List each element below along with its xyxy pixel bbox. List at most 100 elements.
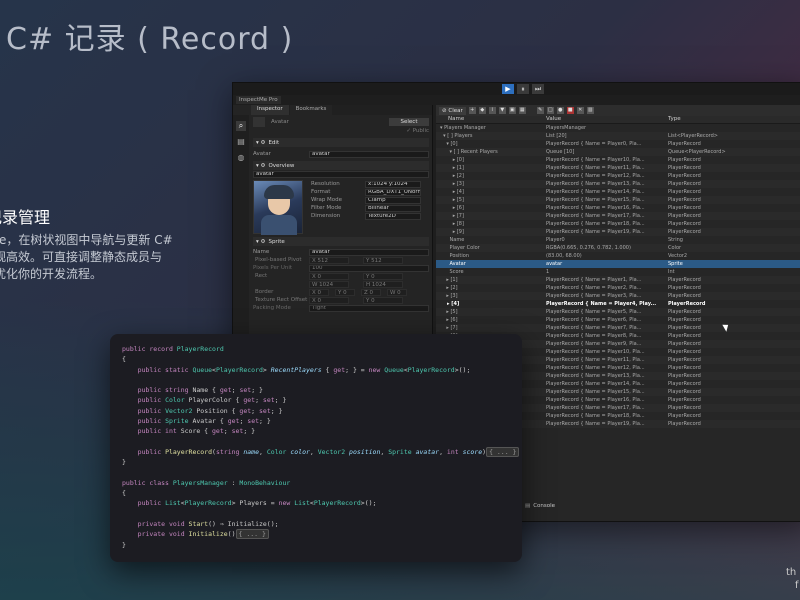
tab-inspector[interactable]: Inspector xyxy=(251,105,289,115)
tree-row[interactable]: ▸ [7] PlayerRecord { Name = Player7, Pla.… xyxy=(436,324,800,332)
window-title[interactable]: InspectMe Pro xyxy=(236,96,281,104)
column-value[interactable]: Value xyxy=(546,116,668,123)
tree-cell-name: ▸ [4] xyxy=(440,189,464,195)
tree-cell-value: PlayerRecord { Name = Player19, Pla... xyxy=(546,229,645,235)
trash-icon[interactable]: ▤ xyxy=(236,137,246,147)
tree-row[interactable]: ▸ [9] PlayerRecord { Name = Player19, Pla… xyxy=(436,228,800,236)
tree-row[interactable]: ▸ [7] PlayerRecord { Name = Player17, Pla… xyxy=(436,212,800,220)
edit-section[interactable]: ▾ ⚙ Edit xyxy=(253,138,429,147)
tree-cell-value: PlayerRecord { Name = Player15, Pla... xyxy=(546,197,645,203)
tree-cell-type: PlayerRecord xyxy=(668,349,701,355)
clear-button[interactable]: ⊘ Clear xyxy=(439,106,466,115)
tree-cell-value: avatar xyxy=(546,261,563,267)
tree-cell-type: PlayerRecord xyxy=(668,221,701,227)
select-button[interactable]: Select xyxy=(389,118,429,126)
code-token: new xyxy=(278,499,295,508)
column-name[interactable]: Name xyxy=(436,116,546,123)
tree-row[interactable]: Avatar avatar Sprite xyxy=(436,260,800,268)
tree-cell-type: PlayerRecord xyxy=(668,285,701,291)
tree-cell-name: Score xyxy=(440,269,464,275)
tree-row[interactable]: Position (83.00, 68.00) Vector2 xyxy=(436,252,800,260)
fold-marker[interactable]: { ... } xyxy=(235,529,269,540)
overview-table: Resolution x:1024 y:1024 Format RGBA_DXT1_… xyxy=(311,180,421,220)
step-button[interactable]: ⏭ xyxy=(532,84,544,94)
code-token: PlayerRecord xyxy=(184,499,232,508)
stop-icon[interactable]: ■ xyxy=(566,107,574,114)
tab-bookmarks[interactable]: Bookmarks xyxy=(289,105,333,115)
info-icon[interactable]: i xyxy=(488,107,496,114)
tree-row[interactable]: ▸ [4] PlayerRecord { Name = Player4, Play… xyxy=(436,300,800,308)
grid-icon[interactable]: ▦ xyxy=(518,107,526,114)
add-icon[interactable]: + xyxy=(468,107,476,114)
tree-row[interactable]: ▸ [2] PlayerRecord { Name = Player12, Pla… xyxy=(436,172,800,180)
play-button[interactable]: ▶ xyxy=(502,84,514,94)
tree-row[interactable]: ▾ [0] PlayerRecord { Name = Player0, Pla.… xyxy=(436,140,800,148)
public-toggle[interactable]: ✓ Public xyxy=(406,128,429,134)
tree-row[interactable]: ▸ [6] PlayerRecord { Name = Player6, Pla.… xyxy=(436,316,800,324)
pause-button[interactable]: ⏸ xyxy=(517,84,529,94)
camera-icon[interactable]: ▣ xyxy=(508,107,516,114)
sprite-name-field[interactable]: avatar xyxy=(309,248,429,256)
tag-icon[interactable]: ◆ xyxy=(478,107,486,114)
edit-icon[interactable]: ✎ xyxy=(536,107,544,114)
tree-cell-type: PlayerRecord xyxy=(668,357,701,363)
console-icon: ▤ xyxy=(525,502,531,509)
tree-row[interactable]: Player Color RGBA(0.665, 0.276, 0.782, 1.… xyxy=(436,244,800,252)
tree-cell-name: ▸ [8] xyxy=(440,221,464,227)
code-token: public xyxy=(137,447,166,456)
tree-row[interactable]: ▸ [5] PlayerRecord { Name = Player5, Pla.… xyxy=(436,308,800,316)
tree-row[interactable]: ▸ [4] PlayerRecord { Name = Player14, Pla… xyxy=(436,188,800,196)
tree-row[interactable]: ▸ [2] PlayerRecord { Name = Player2, Pla.… xyxy=(436,284,800,292)
code-line: public Sprite Avatar { get; set; } xyxy=(122,416,510,426)
tree-cell-value: RGBA(0.665, 0.276, 0.782, 1.000) xyxy=(546,245,631,251)
sprite-section[interactable]: ▾ ⚙ Sprite xyxy=(253,237,429,246)
tree-row[interactable]: Name Player0 String xyxy=(436,236,800,244)
tree-header: Name Value Type xyxy=(436,116,800,124)
fold-marker[interactable]: { ... } xyxy=(486,446,520,457)
code-token: new xyxy=(368,365,385,374)
code-token: } xyxy=(122,540,126,549)
tree-row[interactable]: ▸ [0] PlayerRecord { Name = Player10, Pla… xyxy=(436,156,800,164)
tree-row[interactable]: ▸ [1] PlayerRecord { Name = Player11, Pla… xyxy=(436,164,800,172)
tree-row[interactable]: ▸ [6] PlayerRecord { Name = Player16, Pla… xyxy=(436,204,800,212)
tree-row[interactable]: ▸ [8] PlayerRecord { Name = Player18, Pla… xyxy=(436,220,800,228)
code-token: position xyxy=(349,447,381,456)
tree-cell-name: ▸ [0] xyxy=(440,157,464,163)
tree-cell-type: PlayerRecord xyxy=(668,293,701,299)
window-icon[interactable]: □ xyxy=(546,107,554,114)
filter-icon[interactable]: ▼ xyxy=(498,107,506,114)
globe-icon[interactable]: ◍ xyxy=(236,153,246,163)
column-type[interactable]: Type xyxy=(668,116,778,123)
tree-row[interactable]: Score 1 Int xyxy=(436,268,800,276)
tree-row[interactable]: ▸ [5] PlayerRecord { Name = Player15, Pla… xyxy=(436,196,800,204)
code-token: () xyxy=(227,530,236,539)
delete-icon[interactable]: ✕ xyxy=(576,107,584,114)
code-token: score xyxy=(462,447,483,456)
zoom-icon[interactable]: ⌕ xyxy=(236,121,246,131)
record-icon[interactable]: ● xyxy=(556,107,564,114)
tree-cell-value: PlayerRecord { Name = Player2, Pla... xyxy=(546,285,642,291)
code-token: Initialize xyxy=(188,530,228,539)
code-line: public string Name { get; set; } xyxy=(122,385,510,395)
code-token: get xyxy=(219,386,232,395)
tree-row[interactable]: ▾ [ ] Players List [20] List<PlayerRecord> xyxy=(436,132,800,140)
tree-row[interactable]: ▾ [ ] Recent Players Queue [10] Queue<Play… xyxy=(436,148,800,156)
code-token: PlayerRecord xyxy=(165,447,213,456)
trash-bin-icon[interactable]: ▥ xyxy=(586,107,594,114)
tree-row[interactable]: ▾ Players Manager PlayersManager xyxy=(436,124,800,132)
avatar-field[interactable]: avatar xyxy=(309,150,429,158)
code-token: avatar xyxy=(415,447,440,456)
code-token: List xyxy=(294,499,310,508)
code-line: public Vector2 Position { get; set; } xyxy=(122,406,510,416)
code-token: Avatar { xyxy=(192,417,228,426)
code-token: >(); xyxy=(360,499,377,508)
console-tab[interactable]: ▤ Console xyxy=(525,501,555,510)
tree-row[interactable]: ▸ [1] PlayerRecord { Name = Player1, Pla.… xyxy=(436,276,800,284)
tree-cell-name: ▸ [1] xyxy=(440,165,464,171)
tree-row[interactable]: ▸ [3] PlayerRecord { Name = Player13, Pla… xyxy=(436,180,800,188)
tree-row[interactable]: ▸ [3] PlayerRecord { Name = Player3, Pla.… xyxy=(436,292,800,300)
tree-cell-name: ▸ [3] xyxy=(440,293,458,299)
code-token: ; } xyxy=(270,406,283,415)
overview-section[interactable]: ▾ ⚙ Overview xyxy=(253,161,429,170)
